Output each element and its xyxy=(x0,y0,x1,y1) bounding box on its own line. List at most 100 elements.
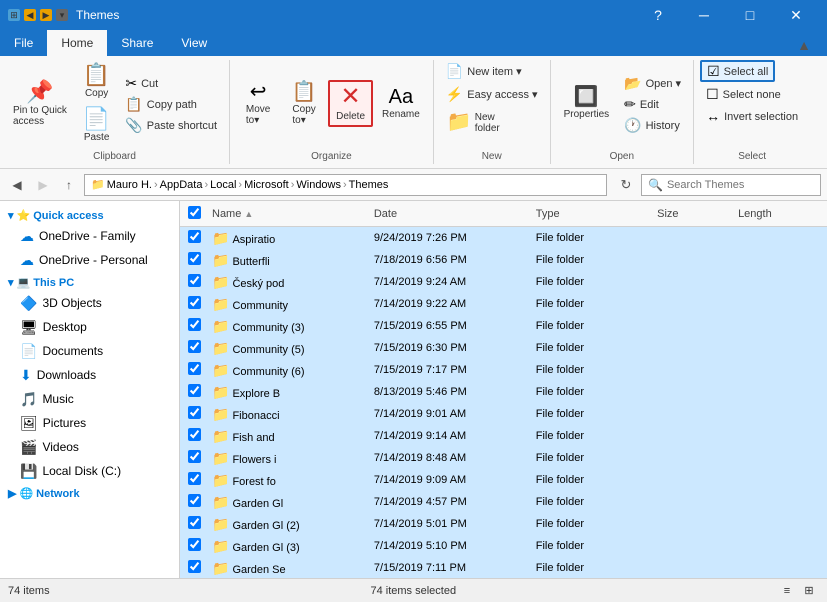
new-folder-button[interactable]: 📁 Newfolder xyxy=(440,106,544,138)
properties-button[interactable]: 🔲 Properties xyxy=(557,83,617,124)
row-checkbox-1[interactable] xyxy=(188,252,201,265)
table-row[interactable]: 📁Garden Gl (2) 7/14/2019 5:01 PM File fo… xyxy=(180,513,827,535)
row-checkbox-10[interactable] xyxy=(188,450,201,463)
history-button[interactable]: 🕐 History xyxy=(618,115,687,135)
row-check-12[interactable] xyxy=(188,494,212,510)
copy-button[interactable]: 📋 Copy xyxy=(76,60,117,103)
tab-share[interactable]: Share xyxy=(107,30,167,56)
row-check-9[interactable] xyxy=(188,428,212,444)
copy-path-button[interactable]: 📋 Copy path xyxy=(119,94,223,114)
sidebar-item-local-disk[interactable]: 💾 Local Disk (C:) xyxy=(0,459,179,483)
row-check-15[interactable] xyxy=(188,560,212,576)
details-view-button[interactable]: ≡ xyxy=(777,582,797,600)
table-row[interactable]: 📁Community (6) 7/15/2019 7:17 PM File fo… xyxy=(180,359,827,381)
row-checkbox-15[interactable] xyxy=(188,560,201,573)
table-row[interactable]: 📁Garden Se 7/15/2019 7:11 PM File folder xyxy=(180,557,827,578)
open-button[interactable]: 📂 Open ▾ xyxy=(618,72,687,93)
row-check-14[interactable] xyxy=(188,538,212,554)
header-name[interactable]: Name ▲ xyxy=(212,208,374,220)
row-checkbox-5[interactable] xyxy=(188,340,201,353)
table-row[interactable]: 📁Flowers i 7/14/2019 8:48 AM File folder xyxy=(180,447,827,469)
table-row[interactable]: 📁Explore B 8/13/2019 5:46 PM File folder xyxy=(180,381,827,403)
row-checkbox-0[interactable] xyxy=(188,230,201,243)
header-type[interactable]: Type xyxy=(536,208,657,220)
header-date[interactable]: Date xyxy=(374,208,536,220)
table-row[interactable]: 📁Forest fo 7/14/2019 9:09 AM File folder xyxy=(180,469,827,491)
header-size[interactable]: Size xyxy=(657,208,738,220)
row-check-10[interactable] xyxy=(188,450,212,466)
edit-button[interactable]: ✏ Edit xyxy=(618,94,687,114)
move-to-button[interactable]: ↩ Moveto▾ xyxy=(236,78,280,130)
paste-button[interactable]: 📄 Paste xyxy=(76,104,117,147)
row-checkbox-11[interactable] xyxy=(188,472,201,485)
paste-shortcut-button[interactable]: 📎 Paste shortcut xyxy=(119,115,223,135)
row-check-13[interactable] xyxy=(188,516,212,532)
sidebar-item-network[interactable]: ▶ 🌐 Network xyxy=(0,483,179,502)
table-row[interactable]: 📁Community 7/14/2019 9:22 AM File folder xyxy=(180,293,827,315)
row-check-11[interactable] xyxy=(188,472,212,488)
header-checkbox[interactable] xyxy=(188,206,201,219)
table-row[interactable]: 📁Aspiratio 9/24/2019 7:26 PM File folder xyxy=(180,227,827,249)
table-row[interactable]: 📁Fibonacci 7/14/2019 9:01 AM File folder xyxy=(180,403,827,425)
close-button[interactable]: ✕ xyxy=(773,0,819,30)
table-row[interactable]: 📁Community (5) 7/15/2019 6:30 PM File fo… xyxy=(180,337,827,359)
search-box[interactable]: 🔍 xyxy=(641,174,821,196)
cut-button[interactable]: ✂ Cut xyxy=(119,73,223,93)
sidebar-item-3d-objects[interactable]: 🔷 3D Objects xyxy=(0,291,179,315)
table-row[interactable]: 📁Garden Gl 7/14/2019 4:57 PM File folder xyxy=(180,491,827,513)
ribbon-collapse-button[interactable]: ▲ xyxy=(781,30,827,60)
address-path[interactable]: 📁 Mauro H. › AppData › Local › Microsoft… xyxy=(84,174,607,196)
select-none-button[interactable]: ☐ Select none xyxy=(700,84,787,104)
select-all-button[interactable]: ☑ Select all xyxy=(700,60,775,82)
sidebar-item-music[interactable]: 🎵 Music xyxy=(0,387,179,411)
maximize-button[interactable]: □ xyxy=(727,0,773,30)
window-controls[interactable]: ? ─ □ ✕ xyxy=(635,0,819,30)
row-checkbox-4[interactable] xyxy=(188,318,201,331)
sidebar-item-videos[interactable]: 🎬 Videos xyxy=(0,435,179,459)
row-check-3[interactable] xyxy=(188,296,212,312)
header-check[interactable] xyxy=(188,206,212,222)
row-check-7[interactable] xyxy=(188,384,212,400)
row-check-2[interactable] xyxy=(188,274,212,290)
row-checkbox-7[interactable] xyxy=(188,384,201,397)
row-checkbox-12[interactable] xyxy=(188,494,201,507)
minimize-button[interactable]: ─ xyxy=(681,0,727,30)
header-length[interactable]: Length xyxy=(738,208,819,220)
table-row[interactable]: 📁Český pod 7/14/2019 9:24 AM File folder xyxy=(180,271,827,293)
tab-view[interactable]: View xyxy=(167,30,221,56)
sidebar-item-this-pc[interactable]: ▾ 💻 This PC xyxy=(0,272,179,291)
table-row[interactable]: 📁Garden Gl (3) 7/14/2019 5:10 PM File fo… xyxy=(180,535,827,557)
sidebar-item-downloads[interactable]: ⬇ Downloads xyxy=(0,363,179,387)
refresh-button[interactable]: ↻ xyxy=(615,174,637,196)
row-checkbox-9[interactable] xyxy=(188,428,201,441)
easy-access-button[interactable]: ⚡ Easy access ▾ xyxy=(440,83,544,104)
row-check-8[interactable] xyxy=(188,406,212,422)
help-button[interactable]: ? xyxy=(635,0,681,30)
table-row[interactable]: 📁Community (3) 7/15/2019 6:55 PM File fo… xyxy=(180,315,827,337)
invert-selection-button[interactable]: ↔ Invert selection xyxy=(700,106,804,126)
forward-button[interactable]: ▶ xyxy=(32,174,54,196)
sidebar-item-desktop[interactable]: 🖥 Desktop xyxy=(0,315,179,339)
row-checkbox-8[interactable] xyxy=(188,406,201,419)
row-checkbox-3[interactable] xyxy=(188,296,201,309)
rename-button[interactable]: Aa Rename xyxy=(375,83,427,124)
large-icons-view-button[interactable]: ⊞ xyxy=(799,582,819,600)
pin-button[interactable]: 📌 Pin to Quickaccess xyxy=(6,77,74,131)
table-row[interactable]: 📁Fish and 7/14/2019 9:14 AM File folder xyxy=(180,425,827,447)
table-row[interactable]: 📁Butterfli 7/18/2019 6:56 PM File folder xyxy=(180,249,827,271)
row-check-4[interactable] xyxy=(188,318,212,334)
sidebar-item-onedrive-family[interactable]: ☁ OneDrive - Family xyxy=(0,224,179,248)
row-checkbox-6[interactable] xyxy=(188,362,201,375)
back-button[interactable]: ◀ xyxy=(6,174,28,196)
new-item-button[interactable]: 📄 New item ▾ xyxy=(440,60,528,81)
delete-button[interactable]: ✕ Delete xyxy=(328,80,373,127)
row-check-6[interactable] xyxy=(188,362,212,378)
row-checkbox-13[interactable] xyxy=(188,516,201,529)
tab-home[interactable]: Home xyxy=(47,30,107,56)
up-button[interactable]: ↑ xyxy=(58,174,80,196)
row-check-0[interactable] xyxy=(188,230,212,246)
search-input[interactable] xyxy=(667,179,814,191)
row-checkbox-2[interactable] xyxy=(188,274,201,287)
sidebar-item-quick-access[interactable]: ▾ ⭐ Quick access xyxy=(0,205,179,224)
sidebar-item-pictures[interactable]: 🖼 Pictures xyxy=(0,411,179,435)
